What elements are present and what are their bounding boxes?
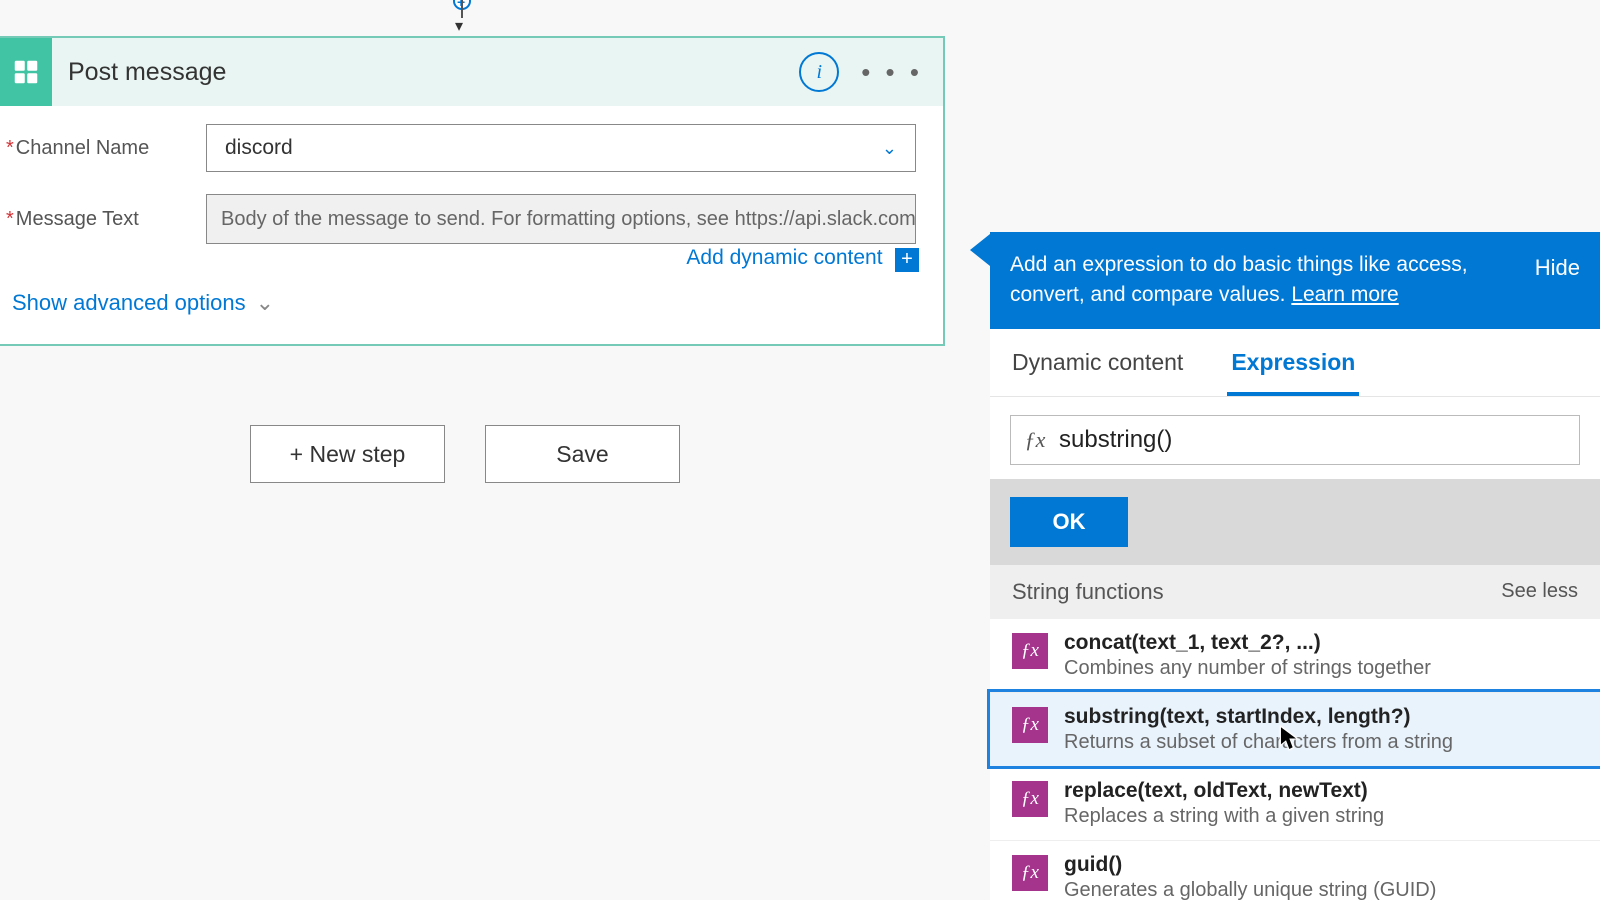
function-item[interactable]: ƒx substring(text, startIndex, length?)Re… bbox=[990, 692, 1600, 766]
new-step-button[interactable]: + New step bbox=[250, 425, 445, 483]
message-text-input[interactable]: Body of the message to send. For formatt… bbox=[206, 194, 916, 244]
fx-icon: ƒx bbox=[1012, 855, 1048, 891]
function-list: ƒx concat(text_1, text_2?, ...)Combines a… bbox=[990, 619, 1600, 900]
more-menu-button[interactable]: • • • bbox=[861, 57, 923, 88]
tab-dynamic-content[interactable]: Dynamic content bbox=[1008, 339, 1187, 396]
function-signature: replace(text, oldText, newText) bbox=[1064, 779, 1384, 803]
flyout-pointer-icon bbox=[970, 234, 990, 266]
message-text-label: *Message Text bbox=[6, 208, 206, 231]
string-functions-group-header[interactable]: String functions See less bbox=[990, 565, 1600, 619]
fx-icon: ƒx bbox=[1012, 633, 1048, 669]
function-description: Replaces a string with a given string bbox=[1064, 805, 1384, 828]
card-body: *Channel Name discord ⌄ *Message Text Bo… bbox=[0, 106, 943, 344]
designer-footer-buttons: + New step Save bbox=[250, 425, 680, 483]
add-dynamic-content-link[interactable]: Add dynamic content bbox=[686, 246, 882, 269]
function-signature: concat(text_1, text_2?, ...) bbox=[1064, 631, 1431, 655]
post-message-card: Post message i • • • *Channel Name disco… bbox=[0, 36, 945, 346]
learn-more-link[interactable]: Learn more bbox=[1291, 283, 1398, 306]
dynamic-content-row: Add dynamic content + bbox=[6, 246, 921, 272]
see-less-link[interactable]: See less bbox=[1501, 580, 1578, 603]
info-button[interactable]: i bbox=[799, 52, 839, 92]
function-item[interactable]: ƒx replace(text, oldText, newText)Replace… bbox=[990, 766, 1600, 840]
function-description: Generates a globally unique string (GUID… bbox=[1064, 879, 1436, 900]
function-item[interactable]: ƒx concat(text_1, text_2?, ...)Combines a… bbox=[990, 619, 1600, 692]
arrow-down-icon: ▾ bbox=[455, 16, 463, 36]
flyout-tabs: Dynamic content Expression bbox=[990, 329, 1600, 397]
chevron-down-icon: ⌄ bbox=[256, 290, 274, 315]
fx-icon: ƒx bbox=[1012, 781, 1048, 817]
function-description: Returns a subset of characters from a st… bbox=[1064, 731, 1453, 754]
dynamic-content-flyout: Add an expression to do basic things lik… bbox=[990, 232, 1600, 900]
expression-input[interactable] bbox=[1059, 417, 1579, 463]
message-text-placeholder: Body of the message to send. For formatt… bbox=[221, 208, 916, 231]
save-button[interactable]: Save bbox=[485, 425, 680, 483]
channel-name-value: discord bbox=[225, 136, 293, 160]
ok-button[interactable]: OK bbox=[1010, 497, 1128, 547]
fx-icon: ƒx bbox=[1012, 707, 1048, 743]
function-description: Combines any number of strings together bbox=[1064, 657, 1431, 680]
add-dynamic-content-plus-icon[interactable]: + bbox=[895, 248, 919, 272]
slack-icon bbox=[0, 38, 52, 106]
group-title: String functions bbox=[1012, 579, 1164, 605]
expression-input-row: ƒx bbox=[1010, 415, 1580, 465]
expression-ok-row: OK bbox=[990, 479, 1600, 565]
function-signature: guid() bbox=[1064, 853, 1436, 877]
card-title: Post message bbox=[68, 58, 799, 87]
flyout-header: Add an expression to do basic things lik… bbox=[990, 232, 1600, 329]
show-advanced-options-link[interactable]: Show advanced options⌄ bbox=[12, 290, 274, 315]
fx-icon: ƒx bbox=[1011, 427, 1059, 453]
card-header[interactable]: Post message i • • • bbox=[0, 38, 943, 106]
chevron-down-icon: ⌄ bbox=[882, 138, 897, 159]
field-channel-name: *Channel Name discord ⌄ bbox=[6, 124, 921, 172]
channel-name-label: *Channel Name bbox=[6, 137, 206, 160]
flow-connector: + ▾ bbox=[450, 0, 474, 30]
flyout-headline: Add an expression to do basic things lik… bbox=[1010, 250, 1515, 311]
tab-expression[interactable]: Expression bbox=[1227, 339, 1359, 396]
function-signature: substring(text, startIndex, length?) bbox=[1064, 705, 1453, 729]
advanced-options-row: Show advanced options⌄ bbox=[6, 272, 921, 326]
field-message-text: *Message Text Body of the message to sen… bbox=[6, 194, 921, 244]
function-item[interactable]: ƒx guid()Generates a globally unique stri… bbox=[990, 840, 1600, 900]
hide-flyout-link[interactable]: Hide bbox=[1535, 250, 1580, 311]
channel-name-dropdown[interactable]: discord ⌄ bbox=[206, 124, 916, 172]
